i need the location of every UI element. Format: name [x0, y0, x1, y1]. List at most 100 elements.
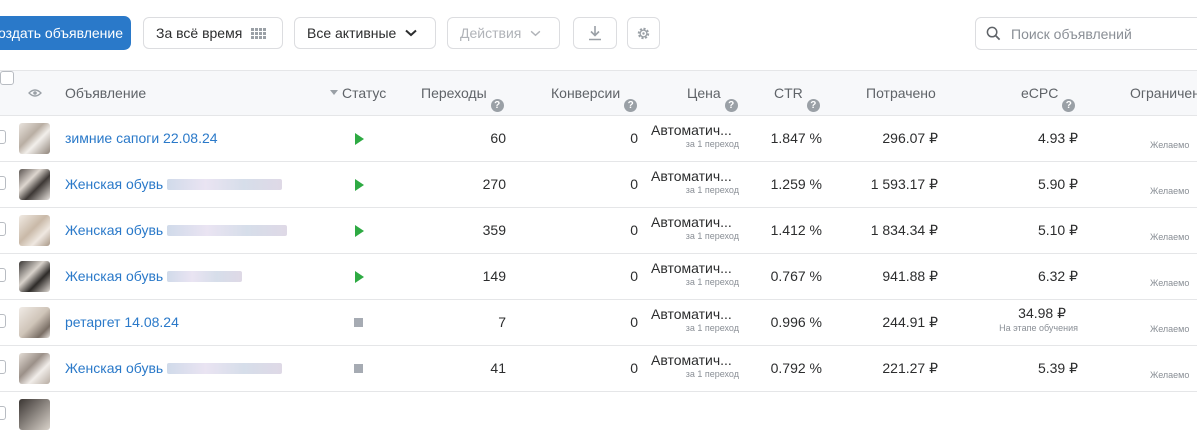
- spent-value: 1 593.17 ₽: [870, 176, 938, 192]
- help-icon[interactable]: ?: [806, 99, 820, 112]
- column-conversions[interactable]: Конверсии?: [551, 85, 638, 112]
- ad-name: Женская обувь: [65, 268, 164, 284]
- table-row[interactable]: [0, 392, 1197, 438]
- column-status-label: Статус: [342, 85, 387, 101]
- column-spent[interactable]: Потрачено: [866, 85, 936, 101]
- limit-note: Желаемо: [1150, 370, 1190, 380]
- settings-button[interactable]: [627, 17, 660, 49]
- column-ecpc[interactable]: eCPC?: [1021, 85, 1076, 112]
- spent-value: 941.88 ₽: [882, 268, 938, 284]
- clicks-value: 359: [482, 222, 506, 238]
- clicks-value: 270: [482, 176, 506, 192]
- redacted-text: [167, 179, 283, 190]
- price-value: Автоматич...: [651, 306, 732, 322]
- gear-icon: [637, 27, 650, 39]
- column-price[interactable]: Цена?: [687, 85, 738, 112]
- actions-dropdown[interactable]: Действия: [447, 17, 560, 49]
- table-row[interactable]: Женская обувь 270 0 Автоматич... за 1 перех…: [0, 162, 1197, 208]
- search-input[interactable]: Поиск объявлений: [975, 17, 1197, 50]
- period-label: За всё время: [156, 25, 243, 41]
- ecpc-value: 5.39 ₽: [1037, 360, 1078, 376]
- ecpc-cell: 34.98 ₽ На этапе обучения: [940, 306, 1078, 334]
- ecpc-note: На этапе обучения: [999, 323, 1078, 333]
- column-limit[interactable]: Ограничен: [1130, 85, 1197, 101]
- row-checkbox[interactable]: [0, 176, 6, 190]
- column-clicks[interactable]: Переходы?: [421, 85, 504, 112]
- clicks-value: 41: [490, 360, 506, 376]
- ad-name-link[interactable]: Женская обувь: [65, 176, 283, 192]
- price-cell[interactable]: Автоматич... за 1 переход: [651, 169, 741, 196]
- price-cell[interactable]: Автоматич... за 1 переход: [651, 261, 741, 288]
- limit-note: Желаемо: [1150, 186, 1190, 196]
- ad-name-link[interactable]: Женская обувь: [65, 268, 243, 284]
- eye-icon[interactable]: [28, 88, 42, 98]
- create-ad-button[interactable]: оздать объявление: [0, 16, 131, 50]
- help-icon[interactable]: ?: [490, 99, 504, 112]
- table-header: Объявление Статус Переходы? Конверсии? Ц…: [0, 70, 1197, 116]
- redacted-text: [167, 363, 283, 374]
- table-row[interactable]: ретаргет 14.08.24 7 0 Автоматич... за 1 пере…: [0, 300, 1197, 346]
- help-icon[interactable]: ?: [724, 99, 738, 112]
- conversions-value: 0: [630, 268, 638, 284]
- ctr-value: 1.259 %: [770, 176, 822, 192]
- select-all-checkbox[interactable]: [0, 71, 14, 85]
- table-row[interactable]: зимние сапоги 22.08.24 60 0 Автоматич... за …: [0, 116, 1197, 162]
- redacted-text: [167, 271, 243, 282]
- row-checkbox[interactable]: [0, 130, 6, 144]
- row-checkbox[interactable]: [0, 360, 6, 374]
- ctr-value: 0.996 %: [770, 314, 822, 330]
- ad-name-link[interactable]: Женская обувь: [65, 360, 283, 376]
- help-icon[interactable]: ?: [1062, 99, 1076, 112]
- stop-icon[interactable]: [354, 364, 363, 373]
- ad-name: ретаргет 14.08.24: [65, 314, 179, 330]
- ecpc-value: 5.90 ₽: [1037, 176, 1078, 192]
- download-button[interactable]: [573, 17, 617, 49]
- column-status[interactable]: Статус: [330, 85, 386, 101]
- price-value: Автоматич...: [651, 214, 732, 230]
- ctr-value: 0.767 %: [770, 268, 822, 284]
- column-ctr[interactable]: CTR?: [774, 85, 820, 112]
- ad-name: зимние сапоги 22.08.24: [65, 130, 218, 146]
- help-icon[interactable]: ?: [624, 99, 638, 112]
- row-checkbox[interactable]: [0, 268, 6, 282]
- download-icon: [589, 26, 601, 41]
- column-ad[interactable]: Объявление: [65, 85, 146, 101]
- table-row[interactable]: Женская обувь 149 0 Автоматич... за 1 перех…: [0, 254, 1197, 300]
- redacted-text: [167, 225, 288, 236]
- clicks-value: 60: [490, 130, 506, 146]
- row-checkbox[interactable]: [0, 406, 6, 420]
- ad-thumbnail: [19, 261, 50, 292]
- play-icon[interactable]: [355, 225, 364, 237]
- table-row[interactable]: Женская обувь 41 0 Автоматич... за 1 перехо…: [0, 346, 1197, 392]
- limit-note: Желаемо: [1150, 324, 1190, 334]
- ad-name-link[interactable]: Женская обувь: [65, 222, 288, 238]
- ecpc-value: 4.93 ₽: [1037, 130, 1078, 146]
- price-cell[interactable]: Автоматич... за 1 переход: [651, 306, 741, 334]
- status-filter-select[interactable]: Все активные: [294, 17, 436, 49]
- stop-icon[interactable]: [354, 318, 363, 327]
- conversions-value: 0: [630, 176, 638, 192]
- table-row[interactable]: Женская обувь 359 0 Автоматич... за 1 перех…: [0, 208, 1197, 254]
- ad-thumbnail: [19, 307, 50, 338]
- ad-thumbnail: [19, 215, 50, 246]
- column-ecpc-label: eCPC: [1021, 85, 1059, 101]
- ecpc-value: 6.32 ₽: [1037, 268, 1078, 284]
- price-cell[interactable]: Автоматич... за 1 переход: [651, 353, 741, 380]
- ad-name-link[interactable]: зимние сапоги 22.08.24: [65, 130, 218, 146]
- price-cell[interactable]: Автоматич... за 1 переход: [651, 214, 741, 242]
- ad-name: Женская обувь: [65, 176, 164, 192]
- ctr-value: 1.847 %: [770, 130, 822, 146]
- ad-name-link[interactable]: ретаргет 14.08.24: [65, 314, 179, 330]
- price-cell[interactable]: Автоматич... за 1 переход: [651, 122, 741, 150]
- play-icon[interactable]: [355, 179, 364, 191]
- limit-note: Желаемо: [1150, 232, 1190, 242]
- row-checkbox[interactable]: [0, 314, 6, 328]
- conversions-value: 0: [630, 360, 638, 376]
- row-checkbox[interactable]: [0, 222, 6, 236]
- play-icon[interactable]: [355, 133, 364, 145]
- sort-arrow-icon: [330, 90, 338, 95]
- period-select[interactable]: За всё время: [143, 17, 283, 49]
- ad-thumbnail: [19, 399, 50, 430]
- play-icon[interactable]: [355, 271, 364, 283]
- price-value: Автоматич...: [651, 122, 732, 138]
